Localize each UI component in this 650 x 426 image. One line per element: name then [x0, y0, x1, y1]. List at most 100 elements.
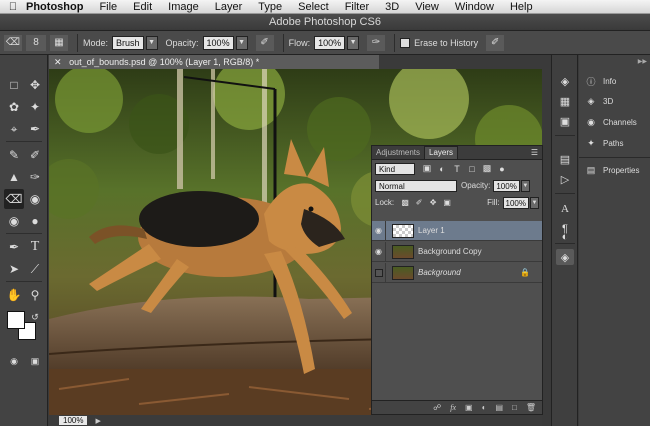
- eraser-tool-icon[interactable]: ⌫: [4, 189, 24, 209]
- layers-panel-icon[interactable]: ◈: [556, 249, 574, 265]
- new-group-icon[interactable]: ▤: [495, 403, 503, 412]
- filter-toggle-icon[interactable]: ●: [496, 164, 508, 174]
- crop-tool-icon[interactable]: ⌖: [4, 119, 24, 139]
- flow-dropdown-icon[interactable]: ▼: [347, 35, 360, 50]
- fill-dropdown-icon[interactable]: ▼: [530, 196, 539, 209]
- properties-panel-button[interactable]: ▤ Properties: [585, 165, 640, 176]
- layer-opacity-label: Opacity:: [461, 181, 491, 190]
- mode-dropdown-icon[interactable]: ▼: [145, 35, 158, 50]
- zoom-tool-icon[interactable]: ⚲: [25, 285, 45, 305]
- channels-panel-button[interactable]: ◉ Channels: [585, 117, 637, 128]
- opacity-input[interactable]: 100%: [202, 35, 234, 50]
- history-panel-icon[interactable]: ▤: [556, 151, 574, 167]
- eraser-tool-preset-icon[interactable]: ⌫: [4, 34, 22, 51]
- history-brush-icon[interactable]: ✑: [25, 167, 45, 187]
- filter-shape-icon[interactable]: □: [466, 164, 478, 174]
- airbrush-icon[interactable]: ✑: [367, 34, 386, 51]
- tab-adjustments[interactable]: Adjustments: [372, 147, 424, 159]
- fill-input[interactable]: 100%: [502, 196, 529, 209]
- menu-help[interactable]: Help: [510, 1, 533, 13]
- hand-tool-icon[interactable]: ✋: [4, 285, 24, 305]
- pen-tool-icon[interactable]: ✒: [4, 237, 24, 257]
- visibility-eye-icon[interactable]: ◉: [372, 241, 386, 262]
- lock-all-icon[interactable]: ▣: [442, 198, 452, 207]
- menu-window[interactable]: Window: [455, 1, 494, 13]
- opacity-dropdown-icon[interactable]: ▼: [235, 35, 248, 50]
- filter-type-icon[interactable]: T: [451, 164, 463, 174]
- zoom-level[interactable]: 100%: [59, 416, 88, 425]
- menu-select[interactable]: Select: [298, 1, 329, 13]
- 3d-panel-button[interactable]: ◈ 3D: [585, 96, 614, 107]
- clone-stamp-icon[interactable]: ▲: [4, 167, 24, 187]
- marquee-tool-icon[interactable]: □: [4, 75, 24, 95]
- brush-size-picker[interactable]: 8: [26, 34, 46, 51]
- menu-layer[interactable]: Layer: [215, 1, 243, 13]
- brush-panel-icon[interactable]: ▦: [50, 34, 68, 51]
- lock-transparent-icon[interactable]: ▩: [400, 198, 410, 207]
- pressure-opacity-icon[interactable]: ✐: [255, 34, 274, 51]
- blur-tool-icon[interactable]: ◉: [4, 211, 24, 231]
- blend-mode-select[interactable]: Normal: [375, 179, 457, 192]
- info-panel-button[interactable]: ⓘ Info: [585, 75, 616, 88]
- collapse-panels-icon[interactable]: ▶▶: [638, 58, 647, 65]
- menu-edit[interactable]: Edit: [133, 1, 152, 13]
- layer-row[interactable]: Background 🔒: [372, 262, 542, 283]
- menu-type[interactable]: Type: [258, 1, 282, 13]
- screen-mode-icon[interactable]: ▣: [25, 351, 45, 371]
- brush-tool-icon[interactable]: ✐: [25, 145, 45, 165]
- panel-menu-icon[interactable]: ☰: [531, 147, 542, 159]
- delete-layer-icon[interactable]: 🗑: [526, 403, 536, 412]
- foreground-color-swatch[interactable]: [7, 311, 25, 329]
- add-mask-icon[interactable]: ▣: [465, 403, 473, 412]
- eyedropper-icon[interactable]: ✒: [25, 119, 45, 139]
- filter-kind-select[interactable]: Kind: [375, 162, 415, 175]
- actions-panel-icon[interactable]: ▷: [556, 171, 574, 187]
- move-tool-icon[interactable]: ✥: [25, 75, 45, 95]
- close-tab-icon[interactable]: ✕: [54, 57, 62, 67]
- magic-wand-icon[interactable]: ✦: [25, 97, 45, 117]
- styles-panel-icon[interactable]: ▣: [556, 113, 574, 129]
- menu-filter[interactable]: Filter: [345, 1, 369, 13]
- paths-panel-button[interactable]: ✦ Paths: [585, 138, 623, 149]
- path-selection-icon[interactable]: ➤: [4, 259, 24, 279]
- color-panel-icon[interactable]: ◈: [556, 73, 574, 89]
- line-tool-icon[interactable]: ⟋: [25, 259, 45, 279]
- app-menu[interactable]: Photoshop: [26, 1, 83, 13]
- filter-pixel-icon[interactable]: ▣: [421, 163, 433, 174]
- erase-to-history-checkbox[interactable]: [400, 37, 411, 48]
- lasso-tool-icon[interactable]: ✿: [4, 97, 24, 117]
- layer-row[interactable]: ◉ Background Copy: [372, 241, 542, 262]
- menu-3d[interactable]: 3D: [385, 1, 399, 13]
- status-arrow-icon[interactable]: ▶: [95, 417, 100, 425]
- menu-file[interactable]: File: [99, 1, 117, 13]
- layer-style-icon[interactable]: fx: [450, 403, 456, 412]
- filter-smart-object-icon[interactable]: ▩: [481, 163, 493, 174]
- tab-layers[interactable]: Layers: [424, 146, 459, 159]
- menu-view[interactable]: View: [415, 1, 439, 13]
- quick-mask-icon[interactable]: ◉: [4, 351, 24, 371]
- link-layers-icon[interactable]: ☍: [433, 403, 441, 412]
- layer-opacity-input[interactable]: 100%: [493, 179, 520, 192]
- lock-position-icon[interactable]: ✥: [428, 198, 438, 207]
- paint-bucket-icon[interactable]: ◉: [25, 189, 45, 209]
- document-tab[interactable]: ✕ out_of_bounds.psd @ 100% (Layer 1, RGB…: [49, 55, 379, 69]
- dodge-tool-icon[interactable]: ●: [25, 211, 45, 231]
- character-panel-icon[interactable]: A: [556, 201, 574, 217]
- mode-select[interactable]: Brush: [112, 35, 144, 50]
- lock-image-icon[interactable]: ✐: [414, 198, 424, 207]
- pressure-size-icon[interactable]: ✐: [486, 34, 505, 51]
- visibility-eye-icon[interactable]: ◉: [372, 220, 386, 241]
- visibility-toggle-empty[interactable]: [372, 262, 386, 283]
- adjustment-layer-icon[interactable]: ◐: [482, 403, 487, 412]
- menu-image[interactable]: Image: [168, 1, 199, 13]
- layer-opacity-dropdown-icon[interactable]: ▼: [520, 179, 530, 192]
- apple-icon[interactable]: : [0, 1, 26, 13]
- flow-input[interactable]: 100%: [314, 35, 346, 50]
- filter-adjustment-icon[interactable]: ◐: [436, 164, 448, 174]
- adjustments-panel-icon[interactable]: ◐: [556, 229, 574, 245]
- healing-brush-icon[interactable]: ✎: [4, 145, 24, 165]
- type-tool-icon[interactable]: T: [25, 237, 45, 257]
- new-layer-icon[interactable]: □: [512, 403, 517, 412]
- swatches-panel-icon[interactable]: ▦: [556, 93, 574, 109]
- layer-row[interactable]: ◉ Layer 1: [372, 220, 542, 241]
